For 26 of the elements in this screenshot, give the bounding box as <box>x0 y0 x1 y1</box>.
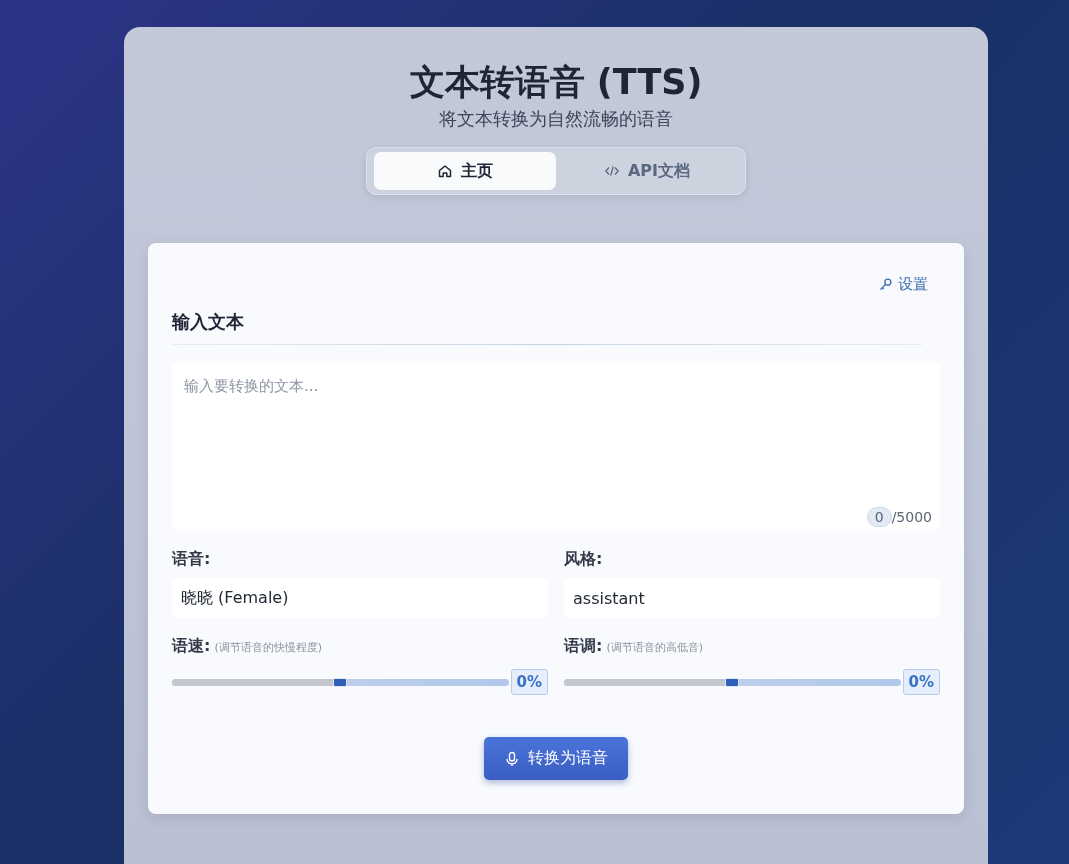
slider-thumb[interactable] <box>333 677 348 687</box>
field-label: 语音: <box>172 549 212 570</box>
nav-tab[interactable]: 主页 <box>374 152 556 190</box>
microphone-icon <box>504 750 520 767</box>
convert-button[interactable]: 转换为语音 <box>484 737 628 780</box>
select-field[interactable]: assistant <box>564 578 940 618</box>
page-subtitle: 将文本转换为自然流畅的语音 <box>439 107 673 131</box>
slider-hint: (调节语音的高低音) <box>606 640 703 655</box>
slider-label: 语速: <box>172 636 211 657</box>
section-title: 输入文本 <box>172 310 245 334</box>
field-label: 风格: <box>564 549 604 570</box>
select-field[interactable]: 晓晓 (Female) <box>172 578 548 618</box>
key-icon <box>878 277 893 292</box>
char-limit: /5000 <box>891 509 932 525</box>
page-title: 文本转语音 (TTS) <box>409 61 703 103</box>
settings-link[interactable]: 设置 <box>878 275 928 294</box>
char-count: 0 <box>866 507 892 527</box>
slider-track[interactable] <box>172 678 509 686</box>
slider-hint: (调节语音的快慢程度) <box>214 640 322 655</box>
slider-thumb[interactable] <box>725 677 740 687</box>
slider-value: 0% <box>902 669 940 695</box>
home-icon <box>437 163 453 179</box>
nav-tab[interactable]: API文档 <box>556 152 738 190</box>
slider-label: 语调: <box>564 636 603 657</box>
slider-track[interactable] <box>564 678 901 686</box>
slider-value: 0% <box>510 669 548 695</box>
